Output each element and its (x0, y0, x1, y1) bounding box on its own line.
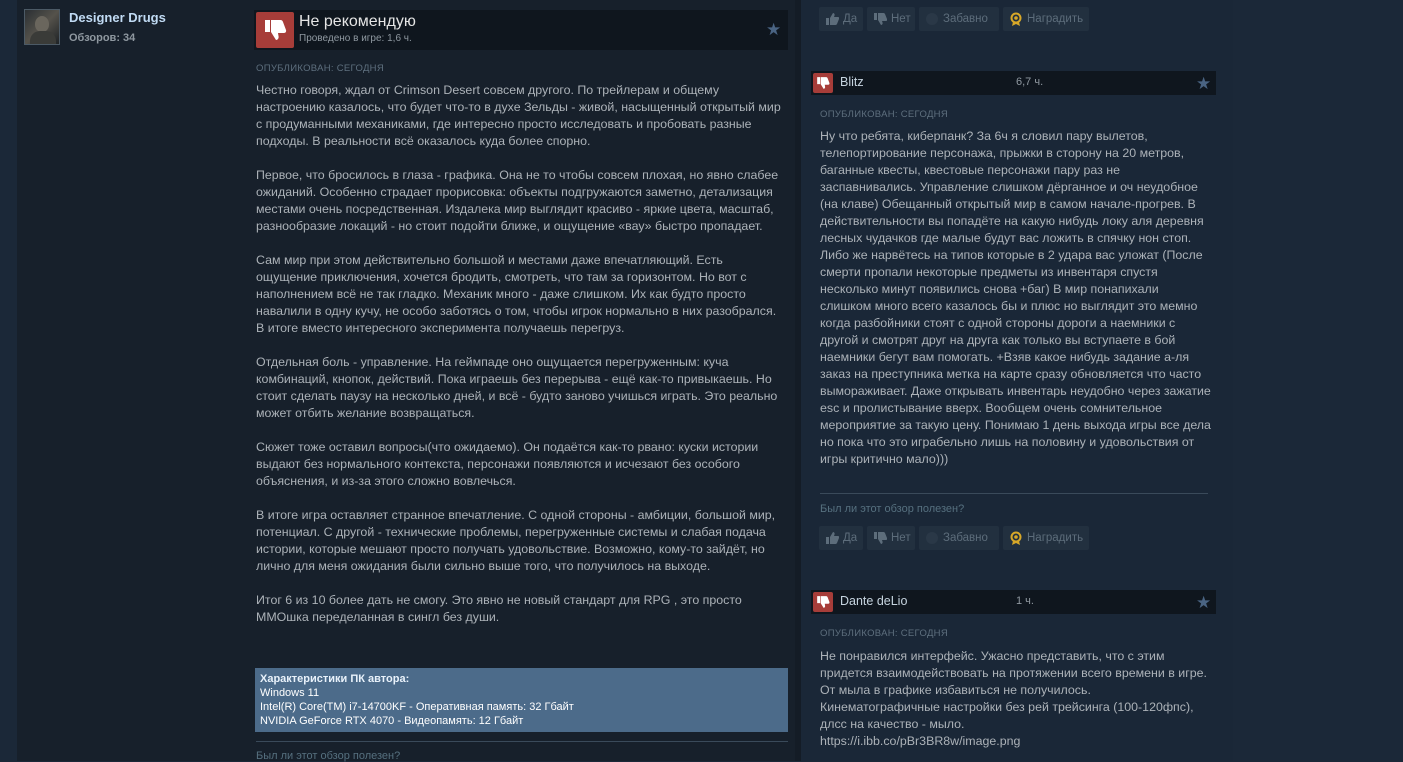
award-icon (1010, 12, 1022, 26)
side-review-playtime: 1 ч. (1016, 595, 1034, 607)
award-button[interactable]: Наградить (1003, 526, 1089, 550)
thumbs-up-icon (826, 13, 839, 25)
side-review-playtime: 6,7 ч. (1016, 76, 1044, 88)
review-paragraph: Первое, что бросилось в глаза - графика.… (256, 168, 779, 233)
award-label: Наградить (1027, 532, 1084, 544)
review-verdict-title[interactable]: Не рекомендую (299, 13, 416, 31)
helpful-question: Был ли этот обзор полезен? (256, 750, 401, 762)
vote-yes-button[interactable]: Да (819, 7, 863, 31)
side-review-posted-date: ОПУБЛИКОВАН: СЕГОДНЯ (820, 109, 949, 120)
review-paragraph: Сам мир при этом действительно большой и… (256, 253, 777, 335)
side-review-line: Кинематографичные настройки без рей трей… (820, 700, 1194, 731)
not-recommended-badge (813, 592, 833, 612)
review-posted-date: ОПУБЛИКОВАН: СЕГОДНЯ (256, 63, 385, 74)
author-reviews-count[interactable]: Обзоров: 34 (69, 32, 135, 44)
thumbs-up-icon (826, 532, 839, 544)
smiley-icon (926, 13, 938, 25)
author-block[interactable]: Designer Drugs Обзоров: 34 (24, 9, 244, 49)
review-paragraph: Честно говоря, ждал от Crimson Desert со… (256, 83, 781, 148)
side-review-divider (820, 493, 1208, 494)
pc-specs-gpu: NVIDIA GeForce RTX 4070 - Видеопамять: 1… (260, 715, 524, 727)
star-icon[interactable]: ★ (766, 21, 781, 38)
review-paragraph: Сюжет тоже оставил вопросы(что ожидаемо)… (256, 440, 759, 488)
page-background (1233, 0, 1403, 761)
vote-no-button[interactable]: Нет (867, 526, 915, 550)
side-review-line: От мыла в графике избавиться не получило… (820, 683, 1091, 697)
vote-funny-button[interactable]: Забавно (919, 7, 999, 31)
thumbs-down-icon (874, 532, 887, 544)
review-playtime: Проведено в игре: 1,6 ч. (299, 33, 412, 44)
side-review-header[interactable]: Dante deLio 1 ч. ★ (811, 590, 1216, 614)
review-divider (256, 741, 788, 742)
vote-no-label: Нет (891, 13, 911, 25)
award-icon (1010, 531, 1022, 545)
vote-no-button[interactable]: Нет (867, 7, 915, 31)
vote-funny-button[interactable]: Забавно (919, 526, 999, 550)
review-paragraph: Отдельная боль - управление. На геймпаде… (256, 355, 778, 420)
thumbs-down-icon (265, 20, 287, 40)
star-icon[interactable]: ★ (1196, 594, 1211, 611)
review-paragraph: Итог 6 из 10 более дать не смогу. Это яв… (256, 593, 742, 624)
side-review-text: Ну что ребята, киберпанк? За 6ч я словил… (820, 129, 1211, 466)
thumbs-down-icon (874, 13, 887, 25)
star-icon[interactable]: ★ (1196, 75, 1211, 92)
award-button[interactable]: Наградить (1003, 7, 1089, 31)
side-review-posted-date: ОПУБЛИКОВАН: СЕГОДНЯ (820, 628, 949, 639)
thumbs-down-icon (817, 77, 830, 89)
review-paragraph: В итоге игра оставляет странное впечатле… (256, 508, 776, 573)
helpful-question: Был ли этот обзор полезен? (820, 503, 965, 515)
avatar[interactable] (24, 9, 60, 45)
side-review-header[interactable]: Blitz 6,7 ч. ★ (811, 71, 1216, 95)
thumbs-down-icon (817, 596, 830, 608)
vote-yes-label: Да (843, 532, 858, 544)
smiley-icon (926, 532, 938, 544)
side-review-author[interactable]: Dante deLio (840, 594, 907, 608)
author-name[interactable]: Designer Drugs (69, 10, 166, 25)
vote-no-label: Нет (891, 532, 911, 544)
side-review-line: Не понравился интерфейс. Ужасно представ… (820, 649, 1207, 680)
not-recommended-badge (256, 12, 294, 48)
side-review-body: Не понравился интерфейс. Ужасно представ… (820, 648, 1212, 750)
vote-funny-label: Забавно (943, 13, 988, 25)
review-header[interactable]: Не рекомендую Проведено в игре: 1,6 ч. ★ (254, 10, 788, 50)
pc-specs-cpu: Intel(R) Core(TM) i7-14700KF - Оперативн… (260, 701, 574, 713)
side-review-body: Ну что ребята, киберпанк? За 6ч я словил… (820, 128, 1212, 468)
vote-funny-label: Забавно (943, 532, 988, 544)
not-recommended-badge (813, 73, 833, 93)
award-label: Наградить (1027, 13, 1084, 25)
vote-yes-label: Да (843, 13, 858, 25)
side-review-author[interactable]: Blitz (840, 75, 864, 89)
side-review-link[interactable]: https://i.ibb.co/pBr3BR8w/image.png (820, 733, 1212, 750)
vote-row-top: Да Нет Забавно Наградить (819, 7, 1099, 31)
review-body: Честно говоря, ждал от Crimson Desert со… (256, 82, 786, 643)
vote-row-blitz: Да Нет Забавно Наградить (819, 526, 1099, 550)
pc-specs-box: Характеристики ПК автора: Windows 11 Int… (255, 668, 788, 732)
vote-yes-button[interactable]: Да (819, 526, 863, 550)
pc-specs-os: Windows 11 (260, 687, 320, 699)
pc-specs-title: Характеристики ПК автора: (260, 673, 410, 685)
